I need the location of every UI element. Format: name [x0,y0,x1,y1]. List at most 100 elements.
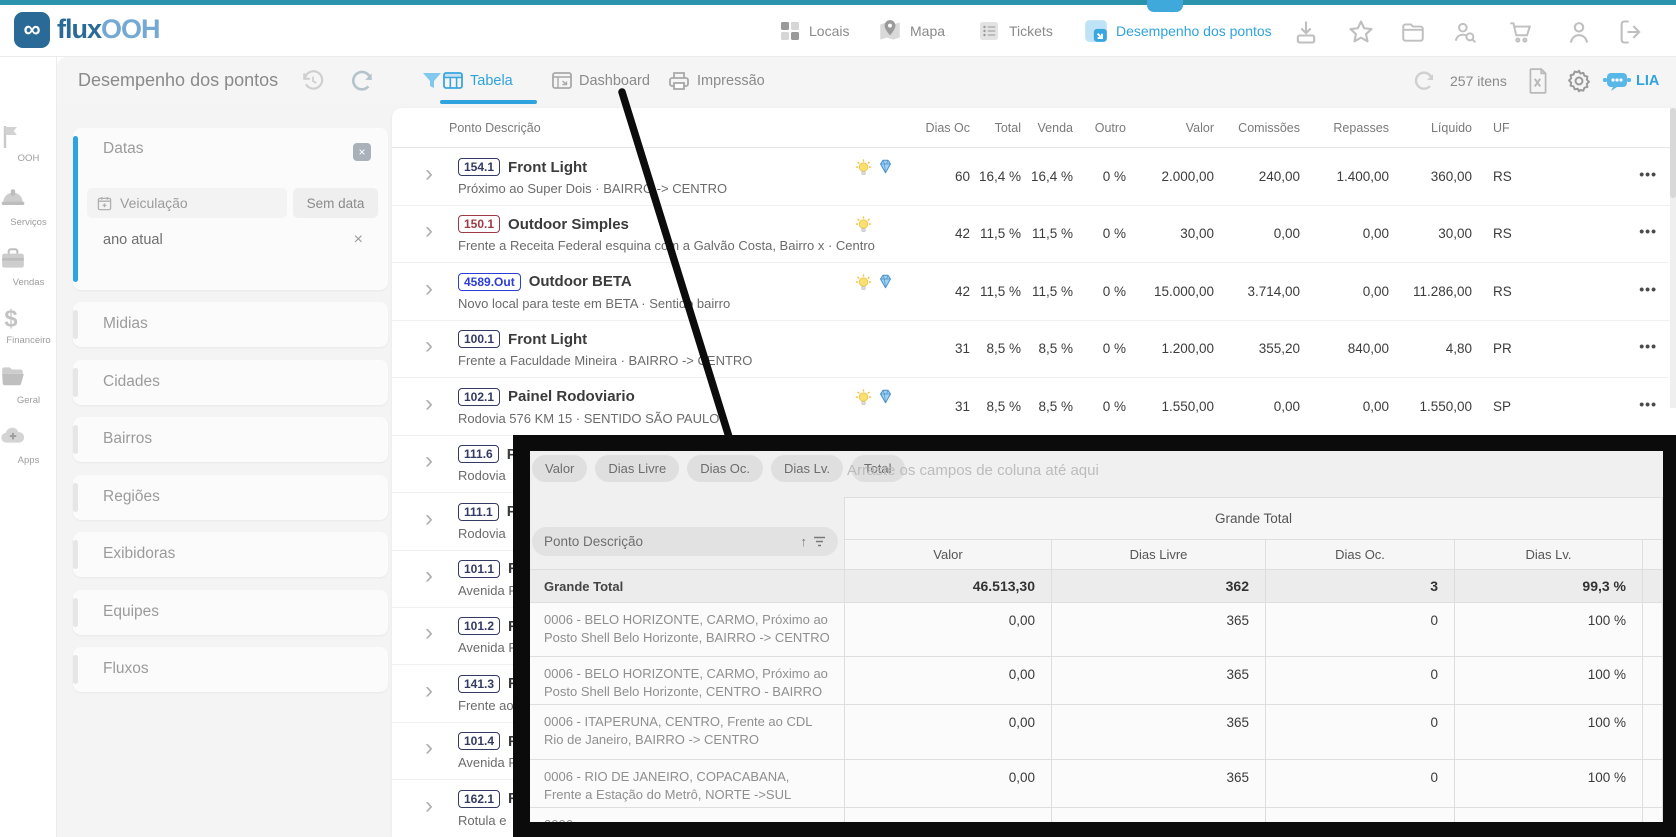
pivot-col-valor[interactable]: Valor [845,540,1052,570]
col-liquido[interactable]: Líquido [1431,121,1472,135]
cart-icon[interactable] [1505,17,1535,47]
filter-card-equipes[interactable]: Equipes [73,590,388,635]
filter-card-fluxos[interactable]: Fluxos [73,647,388,692]
pivot-chip-dias-lv-[interactable]: Dias Lv. [771,455,843,482]
row-menu-button[interactable]: ••• [1639,166,1657,182]
filter-card-bairros[interactable]: Bairros [73,417,388,462]
col-venda[interactable]: Venda [1038,121,1073,135]
user-search-icon[interactable] [1450,17,1480,47]
pivot-row-desc: 0006 - BELO HORIZONTE, CARMO, Próximo ao… [530,603,845,657]
user-icon[interactable] [1564,17,1594,47]
lia-assistant-icon[interactable] [1603,57,1631,104]
pivot-row-field-pill[interactable]: Ponto Descrição↑ [532,527,838,556]
filter-card-exibidoras[interactable]: Exibidoras [73,532,388,577]
remove-date-filter-icon[interactable]: × [354,231,363,249]
col-dias-oc[interactable]: Dias Oc [926,121,970,135]
lia-label[interactable]: LIA [1636,57,1659,104]
filter-card-midias[interactable]: Midias [73,302,388,347]
filter-small-icon[interactable] [813,536,826,547]
col-outro[interactable]: Outro [1095,121,1126,135]
datas-clear-button[interactable]: × [353,143,371,161]
row-expand-chevron[interactable]: › [425,564,433,588]
table-row[interactable]: › 154.1 Front Light Próximo ao Super Doi… [392,148,1676,206]
rail-item-financeiro[interactable]: $ Financeiro [0,305,57,346]
col-ponto-descricao[interactable]: Ponto Descrição [449,121,541,135]
row-expand-chevron[interactable]: › [425,679,433,703]
nav-item-tickets[interactable]: Tickets [976,16,1053,46]
nav-item-locais[interactable]: Locais [778,16,849,46]
point-subtitle: Avenida F [458,640,516,655]
row-expand-chevron[interactable]: › [425,392,433,416]
row-expand-chevron[interactable]: › [425,736,433,760]
pivot-chip-dias-livre[interactable]: Dias Livre [595,455,679,482]
pivot-col-dias-oc-[interactable]: Dias Oc. [1266,540,1455,570]
row-menu-button[interactable]: ••• [1639,396,1657,412]
row-menu-button[interactable]: ••• [1639,281,1657,297]
table-row[interactable]: › 4589.Out Outdoor BETA Novo local para … [392,263,1676,321]
cell-valor: 30,00 [1180,226,1214,241]
rail-item-apps[interactable]: Apps [0,425,57,466]
cell-comissoes: 240,00 [1259,169,1300,184]
rail-item-vendas[interactable]: Vendas [0,247,57,288]
filter-card-cidades[interactable]: Cidades [73,360,388,405]
row-expand-chevron[interactable]: › [425,334,433,358]
table-row[interactable]: › 150.1 Outdoor Simples Frente a Receita… [392,205,1676,263]
cell-outro: 0 % [1103,399,1126,414]
history-icon[interactable] [300,57,326,104]
tab-impressao[interactable]: Impressão [668,57,765,104]
point-code-badge: 4589.Out [458,273,521,291]
sort-asc-icon[interactable]: ↑ [801,534,808,549]
pivot-chip-valor[interactable]: Valor [532,455,587,482]
col-valor[interactable]: Valor [1186,121,1214,135]
nav-item-mapa[interactable]: Mapa [877,16,945,46]
download-icon[interactable] [1291,17,1321,47]
row-expand-chevron[interactable]: › [425,794,433,818]
pivot-col-dias-lv-[interactable]: Dias Lv. [1455,540,1643,570]
star-icon[interactable] [1346,17,1376,47]
col-repasses[interactable]: Repasses [1333,121,1389,135]
table-row[interactable]: › 102.1 Painel Rodoviario Rodovia 576 KM… [392,378,1676,436]
pivot-cell-partial [1643,760,1663,808]
table-row[interactable]: › 100.1 Front Light Frente a Faculdade M… [392,320,1676,378]
col-total[interactable]: Total [995,121,1021,135]
sem-data-button[interactable]: Sem data [293,188,378,218]
logout-icon[interactable] [1616,17,1646,47]
filter-card-regiões[interactable]: Regiões [73,475,388,520]
row-expand-chevron[interactable]: › [425,277,433,301]
tab-tabela[interactable]: Tabela [443,57,513,104]
pivot-chip-dias-oc-[interactable]: Dias Oc. [687,455,763,482]
veiculacao-date-input[interactable]: Veiculação [87,188,287,218]
fluxooh-logo-icon[interactable]: ∞ [14,12,50,48]
cell-liquido: 30,00 [1438,226,1472,241]
cell-comissoes: 0,00 [1274,226,1300,241]
pivot-col-dias-livre[interactable]: Dias Livre [1052,540,1266,570]
items-count: 257 itens [1450,57,1507,104]
nav-item-desempenho[interactable]: Desempenho dos pontos [1083,16,1272,46]
export-excel-icon[interactable] [1527,57,1549,104]
fluxooh-logo-text[interactable]: fluxOOH [57,14,160,45]
row-menu-button[interactable]: ••• [1639,338,1657,354]
pivot-cell [845,808,1052,822]
point-code-badge: 102.1 [458,388,500,406]
row-expand-chevron[interactable]: › [425,621,433,645]
rail-item-servicos[interactable]: Serviços [0,187,57,228]
row-expand-chevron[interactable]: › [425,449,433,473]
row-menu-button[interactable]: ••• [1639,223,1657,239]
refresh-results-icon[interactable] [1413,57,1437,104]
filter-funnel-icon[interactable] [420,57,444,104]
row-expand-chevron[interactable]: › [425,219,433,243]
row-expand-chevron[interactable]: › [425,162,433,186]
table-scrollbar[interactable] [1670,108,1676,408]
rail-item-ooh[interactable]: OOH [0,123,57,164]
tab-dashboard[interactable]: Dashboard [552,57,650,104]
cloud-plus-icon [0,425,57,453]
col-comissoes[interactable]: Comissões [1238,121,1300,135]
refresh-icon[interactable] [350,57,376,104]
settings-gear-icon[interactable] [1566,57,1592,104]
folder-icon[interactable] [1398,17,1428,47]
rail-item-geral[interactable]: Geral [0,365,57,406]
pivot-total-value: 46.513,30 [845,570,1052,603]
pivot-cell: 100 % [1455,705,1643,760]
col-uf[interactable]: UF [1493,121,1510,135]
row-expand-chevron[interactable]: › [425,507,433,531]
